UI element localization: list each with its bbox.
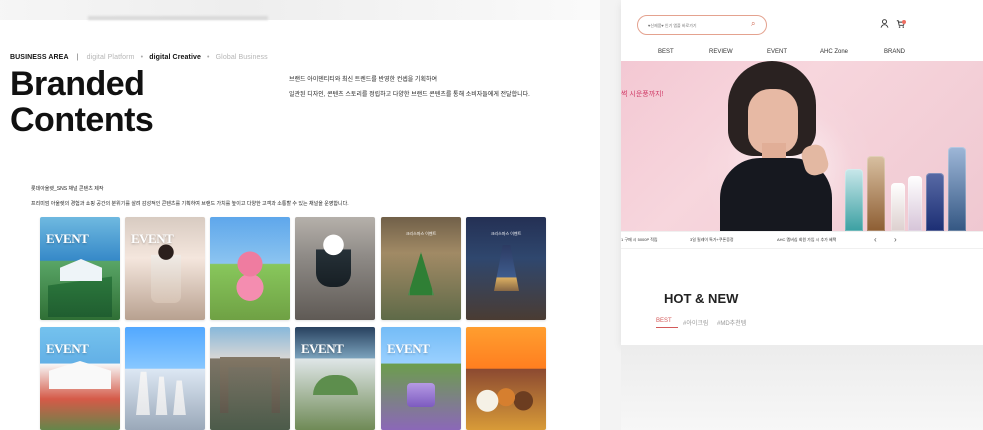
nav-item-brand[interactable]: BRAND [884,49,905,55]
nav-item-ahc-zone[interactable]: AHC Zone [820,49,848,55]
user-icon[interactable] [879,18,890,29]
food-shape [475,381,537,417]
intro-line-2: 일관된 디자인, 콘텐츠 스토리를 정립하고 다양한 브랜드 콘텐츠를 통해 소… [289,92,530,98]
thumbnail-label: EVENT [387,341,430,356]
product-bottle [867,156,885,231]
white-structure-shape [136,371,186,415]
content-thumbnail[interactable] [466,327,546,430]
dog-stroller-shape [316,233,351,287]
content-thumbnail[interactable] [210,327,290,430]
hero-banner[interactable]: 썩 시운풍까지! [621,61,983,231]
tab-md-pick[interactable]: #MD추천템 [717,318,746,327]
content-thumbnail-grid: EVENT EVENT 크리스마스 이벤트 크리스마스 이벤트 EVENT EV… [40,217,548,430]
business-nav-dot: • [140,54,144,61]
promo-item[interactable]: AHC 멤버십 회원 가입 시 추가 혜택 [777,237,836,243]
product-bottle [891,183,905,231]
digital-creative-link[interactable]: digital Creative [149,54,201,61]
shop-nav-bar: BEST REVIEW EVENT AHC Zone BRAND [621,45,983,61]
person-shape [151,241,181,303]
promo-item[interactable]: 1 구매 시 5000P 적립 [621,237,658,243]
building-shape [49,361,111,389]
content-thumbnail[interactable]: EVENT [40,327,120,430]
top-blur-bar [88,16,268,20]
thumbnail-label: EVENT [131,231,174,246]
nav-item-best[interactable]: BEST [658,49,674,55]
content-thumbnail[interactable] [295,217,375,320]
christmas-tree-shape [408,252,434,296]
search-box[interactable]: ⌕ [637,15,767,35]
intro-text: 브랜드 아이덴티티와 최신 트렌드를 반영한 컨셉을 기획하여 일관된 디자인,… [289,73,530,103]
section-description: 롯데아울렛_SNS 채널 콘텐츠 제작 프리미엄 아울렛의 경험과 쇼핑 공간의… [31,182,349,212]
product-bottle [926,173,944,231]
digital-platform-link[interactable]: digital Platform [87,54,135,61]
content-thumbnail[interactable]: 크리스마스 이벤트 [466,217,546,320]
business-nav-separator: | [76,54,79,61]
content-thumbnail[interactable] [125,327,205,430]
thumbnail-label: 크리스마스 이벤트 [405,231,437,236]
title-line-1: Branded [10,65,145,103]
cart-badge-dot [902,20,906,24]
nav-item-event[interactable]: EVENT [767,49,787,55]
page-title: Branded Contents [10,65,154,139]
garden-shape [313,375,358,395]
search-icon[interactable]: ⌕ [751,20,759,28]
content-thumbnail[interactable]: 크리스마스 이벤트 [381,217,461,320]
global-business-link[interactable]: Global Business [216,54,268,61]
chevron-right-icon[interactable]: › [894,235,897,244]
business-area-label: BUSINESS AREA [10,54,69,61]
section-line-2: 프리미엄 아울렛의 경험과 쇼핑 공간의 분위기를 살려 감성적인 콘텐츠를 기… [31,201,349,207]
content-thumbnail[interactable] [210,217,290,320]
thumbnail-label: EVENT [46,231,89,246]
shop-page-preview: ⌕ BEST REVIEW EVENT AHC Zone BRAND 썩 시운풍… [621,0,983,345]
product-bottle [908,176,922,231]
shop-preview-panel: ⌕ BEST REVIEW EVENT AHC Zone BRAND 썩 시운풍… [621,0,983,430]
title-line-2: Contents [10,101,154,139]
content-thumbnail[interactable]: EVENT [381,327,461,430]
active-tab-underline [656,327,678,328]
section-line-1: 롯데아울렛_SNS 채널 콘텐츠 제작 [31,186,104,192]
hero-copy: 썩 시운풍까지! [621,91,664,98]
night-display-shape [494,245,519,291]
bottom-fade [621,345,983,430]
promo-item[interactable]: 3일 릴레이 특가+쿠폰증정 [690,237,734,243]
branded-contents-panel: BUSINESS AREA | digital Platform • digit… [0,0,600,430]
business-nav-dot: • [207,54,210,61]
arcade-shape [220,357,280,413]
product-bottle [845,169,863,231]
thumbnail-label: 크리스마스 이벤트 [490,231,522,236]
content-thumbnail[interactable]: EVENT [125,217,205,320]
bear-sculpture-shape [230,251,270,303]
chevron-left-icon[interactable]: ‹ [874,235,877,244]
promo-strip: 1 구매 시 5000P 적립 3일 릴레이 특가+쿠폰증정 AHC 멤버십 회… [621,231,983,249]
screenshot-canvas: BUSINESS AREA | digital Platform • digit… [0,0,983,430]
hot-new-title: HOT & NEW [664,291,739,306]
building-shape [60,259,102,281]
product-bottle [948,147,966,231]
event-object-shape [407,383,435,407]
intro-line-1: 브랜드 아이덴티티와 최신 트렌드를 반영한 컨셉을 기획하여 [289,77,438,83]
tab-eye-cream[interactable]: #아이크림 [683,318,708,327]
tab-best[interactable]: BEST [656,318,672,324]
content-thumbnail[interactable]: EVENT [40,217,120,320]
content-thumbnail[interactable]: EVENT [295,327,375,430]
business-nav: BUSINESS AREA | digital Platform • digit… [10,54,268,61]
thumbnail-label: EVENT [46,341,89,356]
thumbnail-label: EVENT [301,341,344,356]
search-input[interactable] [648,20,756,30]
model-image [710,61,862,231]
nav-item-review[interactable]: REVIEW [709,49,733,55]
